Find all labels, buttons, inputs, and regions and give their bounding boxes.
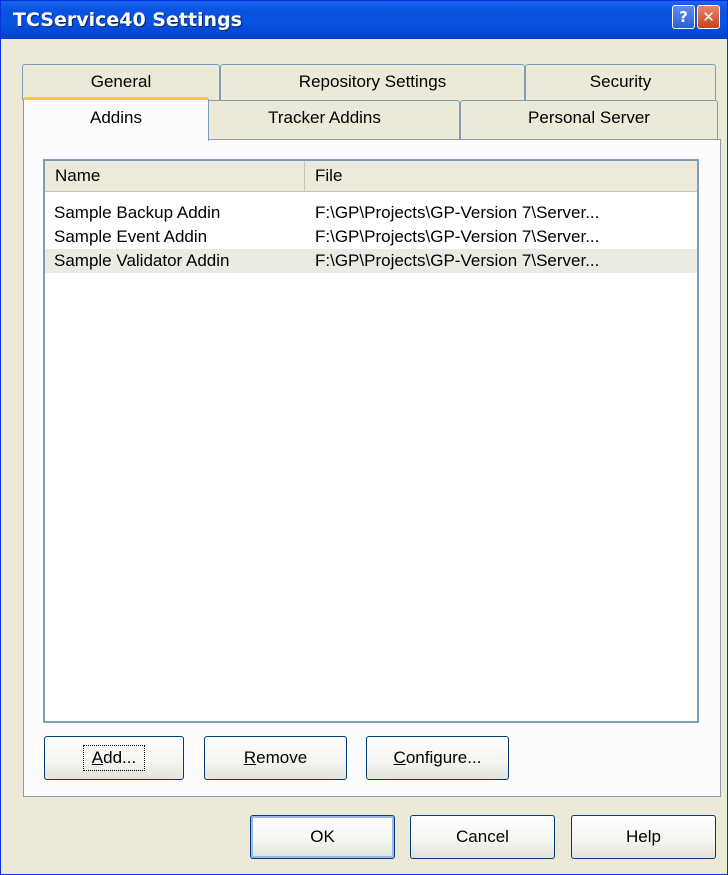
item-name: Sample Validator Addin	[54, 251, 230, 270]
list-header: Name File	[45, 161, 697, 192]
item-file: F:\GP\Projects\GP-Version 7\Server...	[315, 251, 600, 270]
focus-rect: Add...	[82, 745, 146, 771]
mnemonic: C	[393, 748, 406, 767]
list-item[interactable]: Sample Event Addin F:\GP\Projects\GP-Ver…	[45, 225, 697, 249]
list-item[interactable]: Sample Backup Addin F:\GP\Projects\GP-Ve…	[45, 201, 697, 225]
column-header-file[interactable]: File	[305, 161, 697, 191]
button-label: OK	[310, 827, 335, 846]
tab-general[interactable]: General	[22, 64, 220, 100]
tab-label: Security	[589, 72, 652, 91]
configure-button[interactable]: Configure...	[366, 736, 509, 780]
button-label: Help	[626, 827, 661, 846]
tab-personal-server[interactable]: Personal Server	[460, 100, 718, 140]
cancel-button[interactable]: Cancel	[410, 815, 555, 859]
tab-repository-settings[interactable]: Repository Settings	[220, 64, 525, 100]
item-file: F:\GP\Projects\GP-Version 7\Server...	[315, 203, 600, 222]
item-file: F:\GP\Projects\GP-Version 7\Server...	[315, 227, 600, 246]
addins-panel: Name File Sample Backup Addin F:\GP\Proj…	[23, 139, 721, 797]
tab-tracker-addins[interactable]: Tracker Addins	[189, 100, 460, 140]
settings-dialog: TCService40 Settings ? ✕ General Reposit…	[0, 0, 728, 875]
tab-security[interactable]: Security	[525, 64, 716, 100]
close-button[interactable]: ✕	[697, 5, 720, 29]
addins-list[interactable]: Name File Sample Backup Addin F:\GP\Proj…	[43, 159, 699, 723]
question-icon: ?	[679, 8, 688, 26]
tab-label: Tracker Addins	[268, 108, 381, 127]
button-label: onfigure...	[405, 748, 482, 767]
tab-addins[interactable]: Addins	[23, 97, 209, 141]
close-icon: ✕	[702, 8, 715, 26]
ok-button[interactable]: OK	[250, 815, 395, 859]
list-item-selected[interactable]: Sample Validator Addin F:\GP\Projects\GP…	[45, 249, 697, 273]
item-name: Sample Event Addin	[54, 227, 208, 246]
column-header-name[interactable]: Name	[45, 161, 305, 191]
help-title-button[interactable]: ?	[672, 5, 695, 29]
tab-label: Personal Server	[528, 108, 650, 127]
help-button[interactable]: Help	[571, 815, 716, 859]
tab-label: General	[90, 72, 152, 91]
item-name: Sample Backup Addin	[54, 203, 221, 222]
window-title: TCService40 Settings	[13, 9, 242, 31]
remove-button[interactable]: Remove	[204, 736, 347, 780]
button-label: dd...	[103, 748, 137, 767]
title-bar[interactable]: TCService40 Settings ? ✕	[1, 1, 727, 39]
mnemonic: A	[91, 748, 104, 767]
tab-label: Repository Settings	[298, 72, 447, 91]
add-button[interactable]: Add...	[44, 736, 184, 780]
button-label: Cancel	[456, 827, 509, 846]
tab-label: Addins	[90, 108, 142, 127]
button-label: emove	[256, 748, 308, 767]
mnemonic: R	[243, 748, 257, 767]
